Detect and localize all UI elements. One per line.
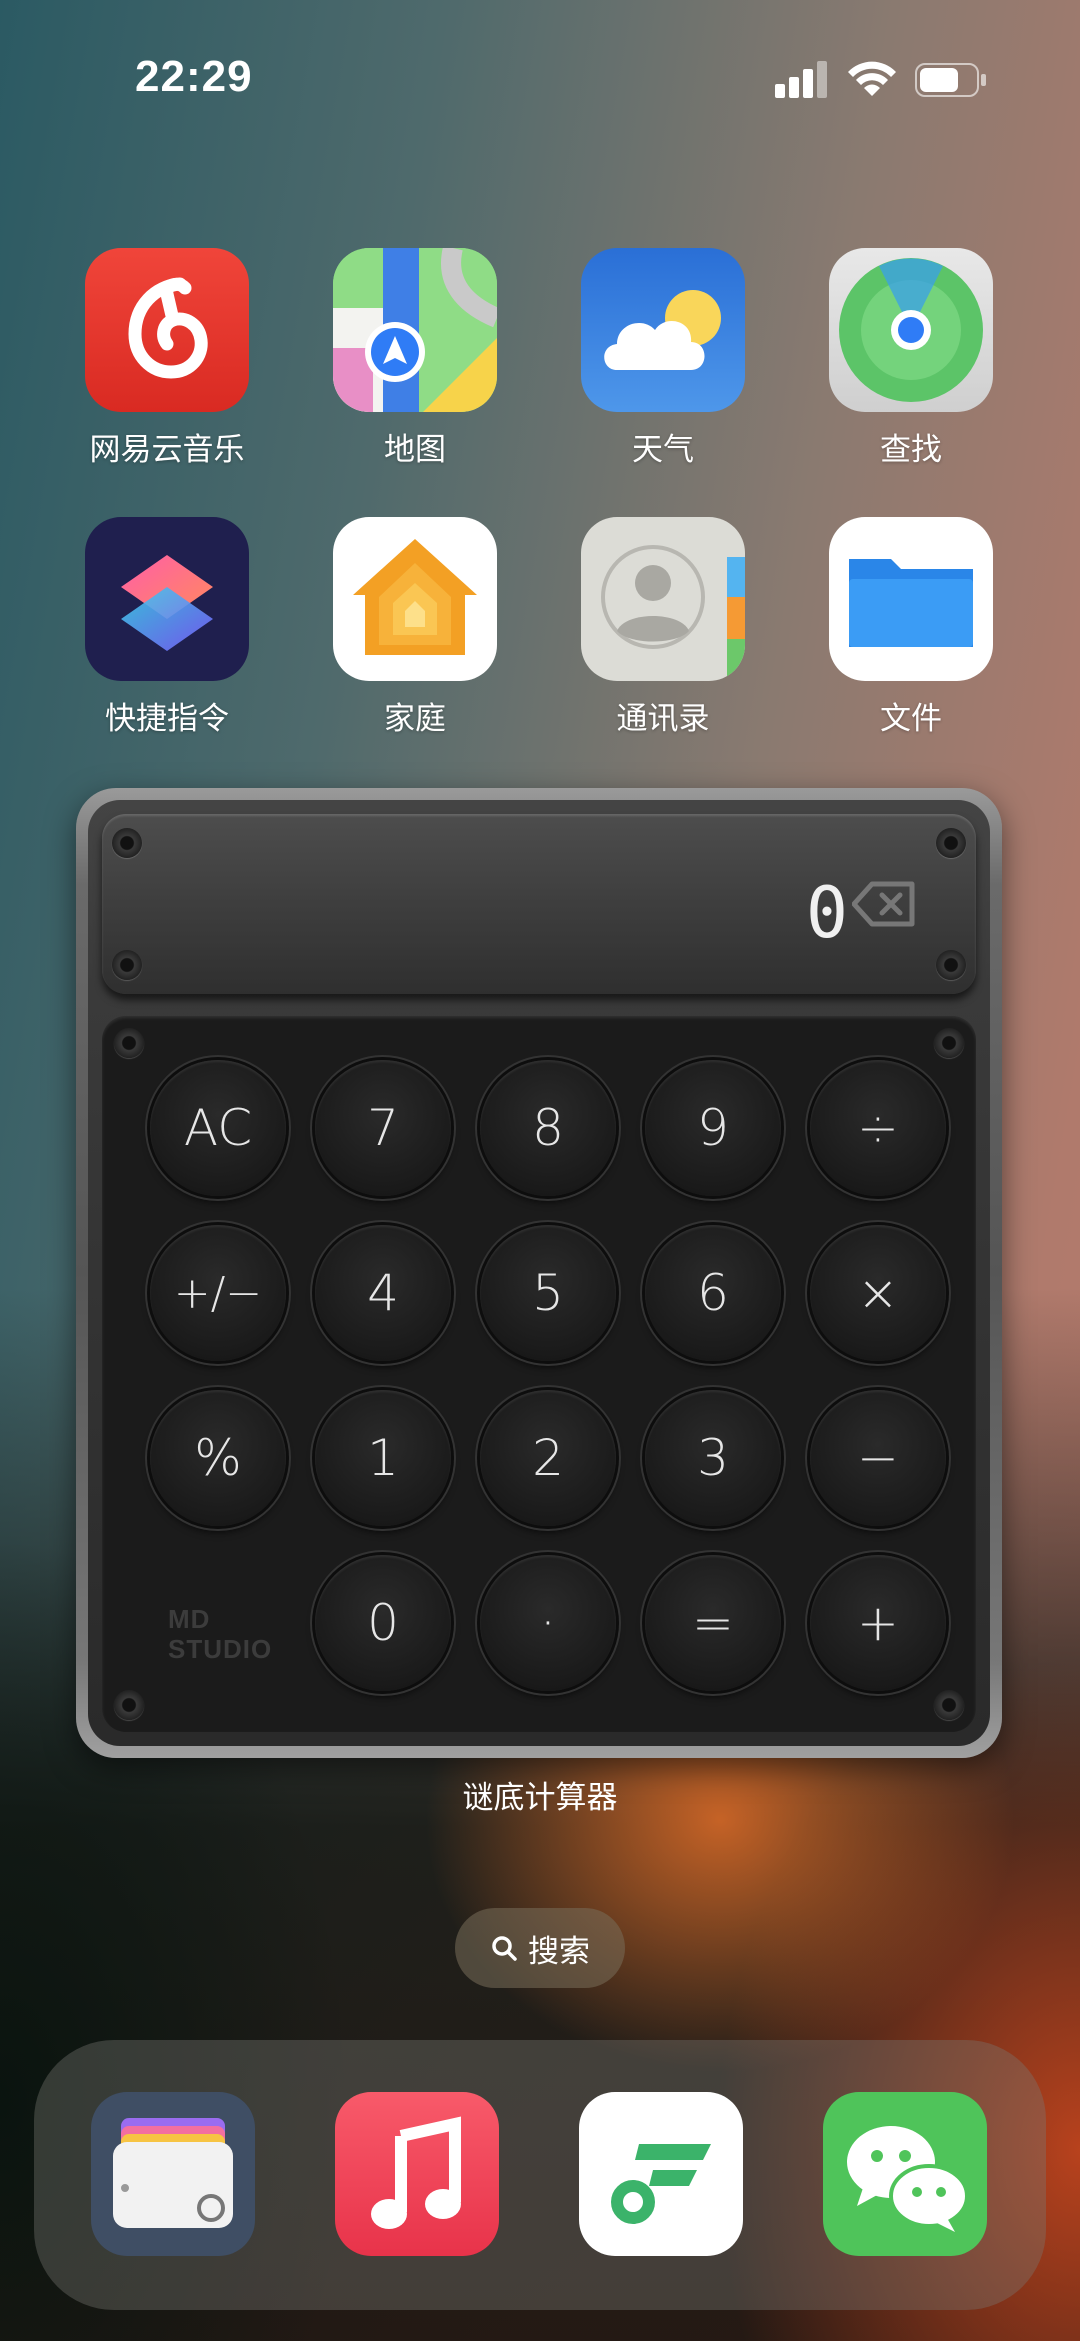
key-plus[interactable]: +	[810, 1555, 946, 1691]
screw-icon	[934, 1028, 964, 1058]
status-bar: 22:29	[0, 0, 1080, 150]
app-netease-music[interactable]: 网易云音乐	[82, 248, 252, 469]
screw-icon	[934, 1690, 964, 1720]
app-shortcuts[interactable]: 快捷指令	[82, 517, 252, 738]
key-multiply[interactable]: ×	[810, 1225, 946, 1361]
app-label: 快捷指令	[105, 701, 229, 736]
key-5[interactable]: 5	[480, 1225, 616, 1361]
app-label: 文件	[880, 701, 942, 736]
wifi-icon	[848, 61, 896, 96]
music-icon[interactable]	[335, 2092, 499, 2256]
screw-icon	[114, 1690, 144, 1720]
screw-icon	[112, 950, 142, 980]
screw-icon	[114, 1028, 144, 1058]
cellular-signal-icon	[775, 61, 827, 98]
key-0[interactable]: 0	[315, 1555, 451, 1691]
key-ac[interactable]: AC	[150, 1060, 286, 1196]
app-label: 通讯录	[616, 701, 710, 736]
brand-line2: STUDIO	[168, 1634, 273, 1664]
wechat-icon[interactable]	[823, 2092, 987, 2256]
key-divide[interactable]: ÷	[810, 1060, 946, 1196]
search-label: 搜索	[528, 1933, 590, 1969]
app-label: 家庭	[384, 701, 446, 736]
key-8[interactable]: 8	[480, 1060, 616, 1196]
app-find-my[interactable]: 查找	[826, 248, 996, 469]
netease-music-icon	[85, 248, 249, 412]
key-7[interactable]: 7	[315, 1060, 451, 1196]
brand-line1: MD	[168, 1604, 211, 1634]
shortcuts-icon	[85, 517, 249, 681]
fluent-app-icon[interactable]	[579, 2092, 743, 2256]
screw-icon	[936, 828, 966, 858]
app-label: 地图	[384, 432, 446, 467]
key-decimal[interactable]: ·	[480, 1555, 616, 1691]
key-3[interactable]: 3	[645, 1390, 781, 1526]
battery-icon	[915, 63, 986, 97]
app-label: 网易云音乐	[89, 432, 245, 467]
calculator-widget[interactable]: 0 AC 7 8 9 ÷ +/− 4 5 6 × % 1 2 3 − MD ST…	[76, 788, 1002, 1758]
search-icon	[492, 1936, 517, 1961]
key-4[interactable]: 4	[315, 1225, 451, 1361]
key-2[interactable]: 2	[480, 1390, 616, 1526]
calculator-display: 0	[102, 814, 976, 994]
app-weather[interactable]: 天气	[578, 248, 748, 469]
key-percent[interactable]: %	[150, 1390, 286, 1526]
app-contacts[interactable]: 通讯录	[578, 517, 748, 738]
contacts-icon	[581, 517, 745, 681]
app-maps[interactable]: 地图	[330, 248, 500, 469]
app-label: 天气	[632, 432, 694, 467]
app-home[interactable]: 家庭	[330, 517, 500, 738]
key-equals[interactable]: =	[645, 1555, 781, 1691]
status-time: 22:29	[135, 52, 253, 101]
key-1[interactable]: 1	[315, 1390, 451, 1526]
key-minus[interactable]: −	[810, 1390, 946, 1526]
key-plus-minus[interactable]: +/−	[150, 1225, 286, 1361]
widget-label: 谜底计算器	[462, 1780, 618, 1815]
brand-logo: MD STUDIO	[168, 1604, 272, 1664]
display-value: 0	[805, 872, 848, 954]
search-button[interactable]: 搜索	[455, 1908, 625, 1988]
maps-icon	[333, 248, 497, 412]
key-9[interactable]: 9	[645, 1060, 781, 1196]
app-label: 查找	[880, 432, 942, 467]
wallet-icon[interactable]	[91, 2092, 255, 2256]
backspace-icon[interactable]	[852, 880, 916, 928]
weather-icon	[581, 248, 745, 412]
dock	[34, 2040, 1046, 2310]
files-icon	[829, 517, 993, 681]
home-icon	[333, 517, 497, 681]
calculator-keypad: AC 7 8 9 ÷ +/− 4 5 6 × % 1 2 3 − MD STUD…	[102, 1016, 976, 1732]
screw-icon	[936, 950, 966, 980]
screw-icon	[112, 828, 142, 858]
app-files[interactable]: 文件	[826, 517, 996, 738]
find-my-icon	[829, 248, 993, 412]
key-6[interactable]: 6	[645, 1225, 781, 1361]
